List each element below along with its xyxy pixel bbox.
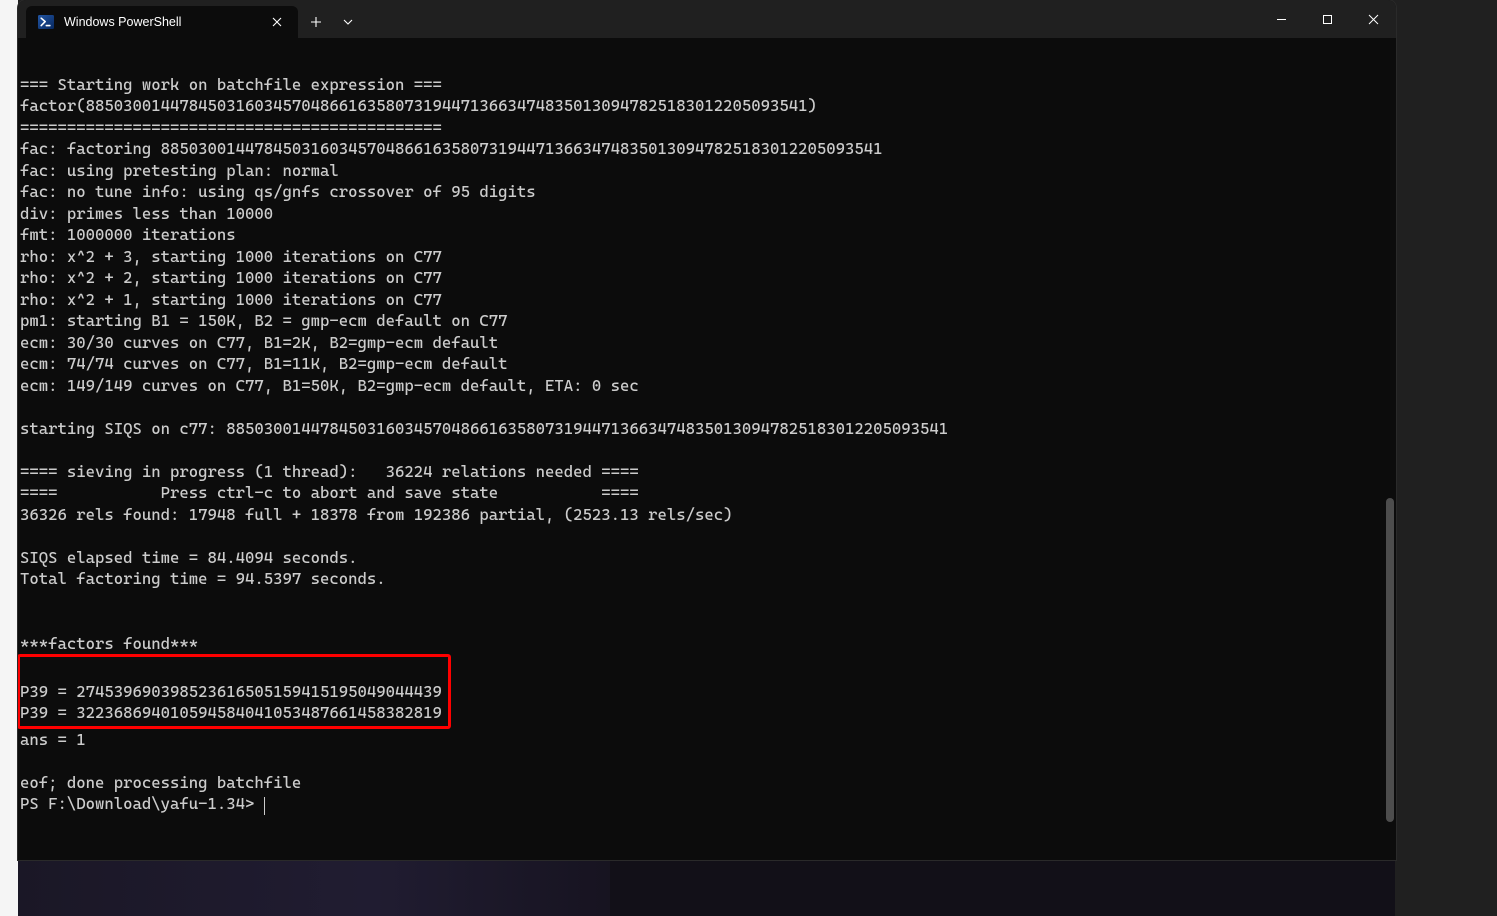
minimize-icon <box>1276 14 1287 25</box>
tab-title: Windows PowerShell <box>64 15 256 29</box>
terminal-cursor <box>264 797 265 815</box>
terminal-body[interactable]: === Starting work on batchfile expressio… <box>18 38 1396 860</box>
close-icon <box>1368 14 1379 25</box>
window-controls <box>1258 0 1396 38</box>
terminal-lines-head: === Starting work on batchfile expressio… <box>20 75 948 653</box>
chevron-down-icon <box>343 17 353 27</box>
terminal-window: Windows PowerShell <box>18 0 1396 860</box>
scrollbar-thumb[interactable] <box>1386 498 1394 822</box>
tab-powershell[interactable]: Windows PowerShell <box>26 6 298 38</box>
terminal-lines-tail: ans = 1 eof; done processing batchfile <box>20 730 301 792</box>
maximize-button[interactable] <box>1304 0 1350 38</box>
maximize-icon <box>1322 14 1333 25</box>
titlebar-drag-region[interactable] <box>362 0 1258 38</box>
terminal-prompt: PS F:\Download\yafu-1.34> <box>20 794 264 813</box>
tab-close-button[interactable] <box>266 11 288 33</box>
terminal-scrollbar[interactable] <box>1386 44 1394 854</box>
minimize-button[interactable] <box>1258 0 1304 38</box>
window-close-button[interactable] <box>1350 0 1396 38</box>
terminal-output: === Starting work on batchfile expressio… <box>20 52 1396 815</box>
titlebar-leading-gap <box>18 0 26 38</box>
background-left-edge <box>0 0 18 916</box>
plus-icon <box>310 16 322 28</box>
factors-highlight-box: P39 = 2745396903985236165051594151950490… <box>18 654 451 729</box>
taskbar-hint <box>18 860 1395 916</box>
close-icon <box>272 17 282 27</box>
new-tab-button[interactable] <box>298 6 334 38</box>
powershell-icon <box>38 14 54 30</box>
tab-dropdown-button[interactable] <box>334 6 362 38</box>
titlebar[interactable]: Windows PowerShell <box>18 0 1396 38</box>
